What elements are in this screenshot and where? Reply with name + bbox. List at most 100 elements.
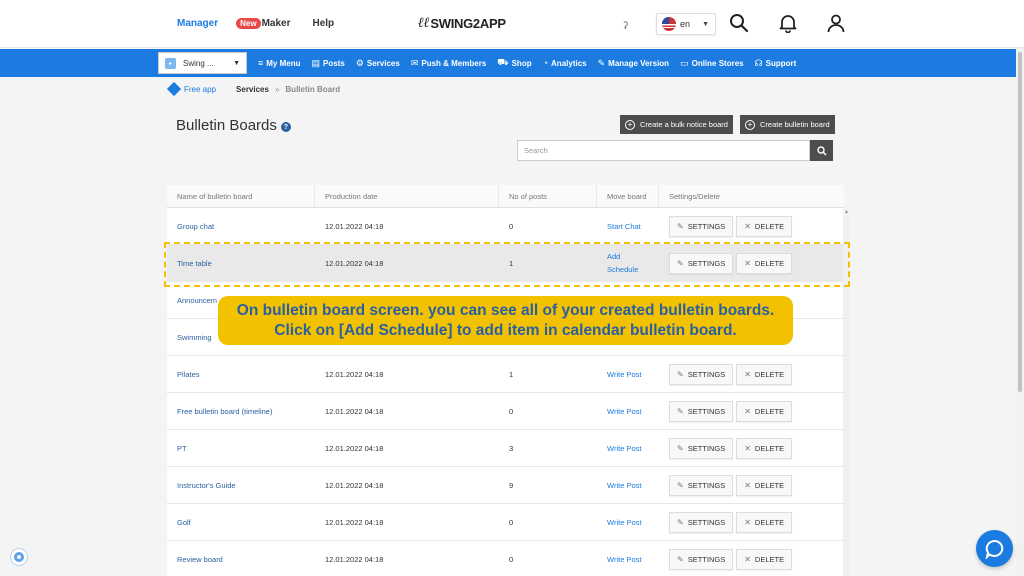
column-header-settings: Settings/Delete [669, 191, 720, 201]
pin-icon: ⚳ [622, 20, 629, 30]
production-date: 12.01.2022 04:18 [325, 406, 384, 416]
table-header: Name of bulletin board Production date N… [167, 185, 844, 208]
circle-icon [14, 552, 24, 562]
move-board-link[interactable]: Write Post [597, 467, 659, 503]
delete-button[interactable]: ✕ DELETE [736, 511, 793, 533]
table-row: PT 12.01.2022 04:18 3 Write Post ✎ SETTINGS ✕ D… [167, 430, 844, 467]
board-name[interactable]: Review board [167, 541, 315, 576]
delete-label: DELETE [754, 221, 785, 231]
accessibility-icon[interactable] [10, 548, 28, 566]
cart-icon: ⛟ [497, 57, 509, 67]
post-count: 0 [509, 517, 514, 527]
production-date: 12.01.2022 04:18 [325, 221, 384, 231]
highlight-frame [164, 242, 850, 287]
page-title: Bulletin Boards ? [176, 117, 291, 134]
move-board-link[interactable]: Start Chat [597, 208, 659, 244]
settings-button[interactable]: ✎ SETTINGS [669, 363, 734, 385]
create-bulk-notice-board-button[interactable]: + Create a bulk notice board [620, 115, 733, 134]
create-bulletin-board-button[interactable]: + Create bulletin board [740, 115, 835, 134]
delete-button[interactable]: ✕ DELETE [736, 363, 793, 385]
main-nav: ▸ Swing ... ▼ ≡ My Menu ▤ Posts ⚙ Services … [0, 49, 1024, 77]
nav-analytics[interactable]: ◔ Analytics [543, 58, 587, 68]
table-row: Pilates 12.01.2022 04:18 1 Write Post ✎ SETTI… [167, 356, 844, 393]
delete-button[interactable]: ✕ DELETE [736, 474, 793, 496]
help-icon[interactable]: ? [280, 122, 291, 132]
move-board-link[interactable]: Write Post [597, 356, 659, 392]
settings-button[interactable]: ✎ SETTINGS [669, 511, 734, 533]
board-name[interactable]: Instructor's Guide [167, 467, 315, 503]
pencil-icon: ✎ [677, 554, 684, 564]
nav-label: Online Stores [691, 58, 744, 68]
table-row: Instructor's Guide 12.01.2022 04:18 9 Write… [167, 467, 844, 504]
window-scrollbar[interactable] [1016, 48, 1024, 576]
close-icon: ✕ [744, 406, 751, 416]
chat-button[interactable] [976, 530, 1013, 567]
swing2app-logo[interactable]: ℓℓ SWING2APP [418, 15, 506, 32]
move-board-link[interactable]: Write Post [597, 504, 659, 540]
post-count: 0 [509, 554, 514, 564]
nav-online-stores[interactable]: ▭ Online Stores [680, 58, 744, 69]
column-header-move: Move board [597, 185, 659, 207]
chat-bubble-icon [985, 539, 1003, 559]
board-name[interactable]: Group chat [167, 208, 315, 244]
production-date: 12.01.2022 04:18 [325, 480, 384, 490]
board-name[interactable]: Pilates [167, 356, 315, 392]
scroll-up-arrow-icon[interactable]: ▲ [844, 209, 849, 215]
breadcrumb-free-app[interactable]: Free app [184, 85, 216, 94]
nav-push-members[interactable]: ✉ Push & Members [411, 58, 486, 69]
delete-label: DELETE [754, 554, 785, 564]
nav-my-menu[interactable]: ≡ My Menu [258, 58, 301, 68]
nav-manage-version[interactable]: ✎ Manage Version [598, 58, 669, 69]
move-board-link[interactable]: Write Post [597, 393, 659, 429]
diamond-icon [166, 81, 182, 97]
move-board-link[interactable]: Write Post [597, 430, 659, 466]
user-icon[interactable] [826, 13, 846, 33]
delete-button[interactable]: ✕ DELETE [736, 548, 793, 570]
column-header-date: Production date [315, 185, 499, 207]
breadcrumb-services[interactable]: Services [236, 85, 269, 94]
maker-link[interactable]: Maker [262, 18, 291, 29]
nav-shop[interactable]: ⛟ Shop [497, 57, 531, 69]
manager-link[interactable]: Manager [177, 18, 218, 29]
logo-text: SWING2APP [430, 16, 506, 31]
production-date: 12.01.2022 04:18 [325, 517, 384, 527]
nav-items: ≡ My Menu ▤ Posts ⚙ Services ✉ Push & Member… [258, 49, 807, 77]
app-select[interactable]: ▸ Swing ... ▼ [158, 52, 247, 74]
settings-label: SETTINGS [687, 517, 726, 527]
menu-icon: ≡ [258, 58, 264, 68]
delete-button[interactable]: ✕ DELETE [736, 437, 793, 459]
breadcrumb-separator: » [274, 84, 280, 94]
settings-button[interactable]: ✎ SETTINGS [669, 400, 734, 422]
table-row: Group chat 12.01.2022 04:18 0 Start Chat ✎ SE… [167, 208, 844, 245]
settings-button[interactable]: ✎ SETTINGS [669, 548, 734, 570]
delete-label: DELETE [754, 406, 785, 416]
search-button[interactable] [810, 140, 833, 161]
row-actions: ✎ SETTINGS ✕ DELETE [659, 393, 844, 429]
bell-icon[interactable] [778, 13, 798, 33]
delete-button[interactable]: ✕ DELETE [736, 215, 793, 237]
delete-button[interactable]: ✕ DELETE [736, 400, 793, 422]
help-link[interactable]: Help [312, 18, 334, 29]
nav-label: Shop [511, 58, 532, 68]
post-count: 3 [509, 443, 514, 453]
scrollbar-thumb[interactable] [1018, 52, 1022, 392]
language-select[interactable]: en ▼ [656, 13, 716, 35]
settings-label: SETTINGS [687, 554, 726, 564]
nav-services[interactable]: ⚙ Services [356, 58, 400, 69]
pencil-icon: ✎ [677, 221, 684, 231]
board-name[interactable]: Free bulletin board (timeline) [167, 393, 315, 429]
search-input[interactable] [517, 140, 810, 161]
nav-support[interactable]: ☊ Support [755, 58, 797, 69]
settings-label: SETTINGS [687, 221, 726, 231]
settings-button[interactable]: ✎ SETTINGS [669, 437, 734, 459]
board-name[interactable]: PT [167, 430, 315, 466]
settings-button[interactable]: ✎ SETTINGS [669, 474, 734, 496]
move-board-link[interactable]: Write Post [597, 541, 659, 576]
settings-button[interactable]: ✎ SETTINGS [669, 215, 734, 237]
search-icon[interactable] [729, 13, 749, 33]
page-title-text: Bulletin Boards [176, 117, 277, 134]
nav-posts[interactable]: ▤ Posts [312, 58, 345, 69]
board-name[interactable]: Golf [167, 504, 315, 540]
table-row: Review board 12.01.2022 04:18 0 Write Post ✎… [167, 541, 844, 576]
close-icon: ✕ [744, 221, 751, 231]
